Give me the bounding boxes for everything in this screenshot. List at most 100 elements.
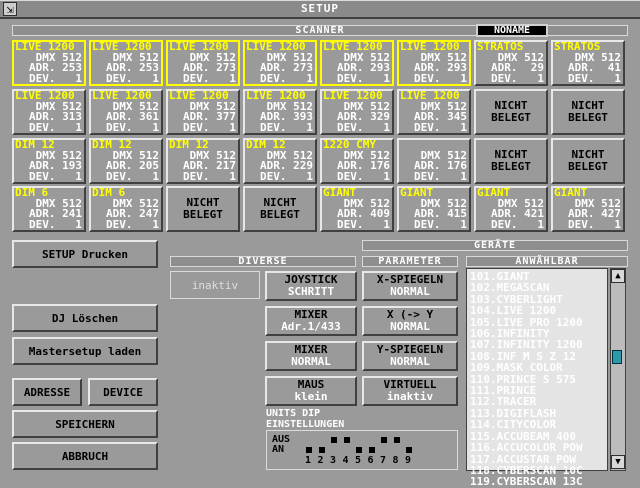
- dip-switch-1[interactable]: [306, 447, 312, 453]
- scanner-slot[interactable]: 1220 CMY DMX 512 ADR. 176 DEV. 1: [320, 138, 394, 184]
- scanner-slot[interactable]: DMX 512 ADR. 176 DEV. 1: [397, 138, 471, 184]
- scanner-slot-empty[interactable]: NICHT BELEGT: [551, 138, 625, 184]
- scroll-thumb[interactable]: [612, 350, 622, 364]
- scanner-slot[interactable]: LIVE 1200 DMX 512 ADR. 377 DEV. 1: [166, 89, 240, 135]
- list-item[interactable]: 107.INFINITY 1200: [467, 339, 607, 350]
- dip-switch-5[interactable]: [356, 447, 362, 453]
- scanner-slot[interactable]: GIANT DMX 512 ADR. 409 DEV. 1: [320, 186, 394, 232]
- dip-number: 4: [342, 455, 349, 466]
- save-button[interactable]: SPEICHERN: [12, 410, 158, 438]
- scanner-slot-empty[interactable]: NICHT BELEGT: [243, 186, 317, 232]
- list-item[interactable]: 103.CYBERLIGHT: [467, 294, 607, 305]
- scanner-slot[interactable]: GIANT DMX 512 ADR. 427 DEV. 1: [551, 186, 625, 232]
- joystick-value: SCHRITT: [287, 285, 335, 298]
- scanner-slot[interactable]: DIM 12 DMX 512 ADR. 229 DEV. 1: [243, 138, 317, 184]
- list-item[interactable]: 104.LIVE 1200: [467, 305, 607, 316]
- list-item[interactable]: 114.CITYCOLOR: [467, 419, 607, 430]
- scanner-slot[interactable]: DIM 12 DMX 512 ADR. 205 DEV. 1: [89, 138, 163, 184]
- scanner-slot-empty[interactable]: NICHT BELEGT: [166, 186, 240, 232]
- list-item[interactable]: 112.TRACER: [467, 396, 607, 407]
- scanner-slot[interactable]: STRATOS DMX 512 ADR. 29 DEV. 1: [474, 40, 548, 86]
- y-mirror-button[interactable]: Y-SPIEGELN NORMAL: [362, 341, 458, 371]
- scanner-slot[interactable]: LIVE 1200 DMX 512 ADR. 253 DEV. 1: [89, 40, 163, 86]
- scanner-slot[interactable]: DIM 6 DMX 512 ADR. 247 DEV. 1: [89, 186, 163, 232]
- slot-empty-label: NICHT BELEGT: [568, 99, 608, 124]
- scanner-slot[interactable]: GIANT DMX 512 ADR. 415 DEV. 1: [397, 186, 471, 232]
- mixer-mode-button[interactable]: MIXER NORMAL: [265, 341, 357, 371]
- slot-empty-label: NICHT BELEGT: [491, 148, 531, 173]
- dip-switch-6[interactable]: [368, 447, 375, 453]
- x-mirror-value: NORMAL: [390, 285, 430, 298]
- xy-swap-button[interactable]: X (-> Y NORMAL: [362, 306, 458, 336]
- available-fixtures-list[interactable]: 101.GIANT 102.MEGASCAN 103.CYBERLIGHT 104.L…: [466, 268, 608, 488]
- list-item[interactable]: 111.PRINCE: [467, 385, 607, 396]
- joystick-button[interactable]: JOYSTICK SCHRITT: [265, 271, 357, 301]
- mouse-value: klein: [294, 390, 328, 403]
- x-mirror-button[interactable]: X-SPIEGELN NORMAL: [362, 271, 458, 301]
- scanner-slot[interactable]: LIVE 1200 DMX 512 ADR. 313 DEV. 1: [12, 89, 86, 135]
- scanner-slot[interactable]: LIVE 1200 DMX 512 ADR. 361 DEV. 1: [89, 89, 163, 135]
- scanner-slot-empty[interactable]: NICHT BELEGT: [474, 138, 548, 184]
- dip-switch-panel: [266, 430, 458, 470]
- config-name: NONAME: [476, 24, 548, 37]
- list-item[interactable]: 102.MEGASCAN: [467, 282, 607, 293]
- scanner-slot[interactable]: DIM 6 DMX 512 ADR. 241 DEV. 1: [12, 186, 86, 232]
- device-button[interactable]: DEVICE: [88, 378, 158, 406]
- setup-print-button[interactable]: SETUP Drucken: [12, 240, 158, 268]
- cancel-button[interactable]: ABBRUCH: [12, 442, 158, 470]
- dip-switch-3[interactable]: [331, 437, 337, 443]
- slot-empty-label: NICHT BELEGT: [491, 99, 531, 124]
- dip-switch-4[interactable]: [343, 437, 350, 443]
- scanner-slot-empty[interactable]: NICHT BELEGT: [551, 89, 625, 135]
- scanner-slot[interactable]: DIM 12 DMX 512 ADR. 193 DEV. 1: [12, 138, 86, 184]
- list-item[interactable]: 115.ACCUBEAM 400: [467, 431, 607, 442]
- mixer-address-button[interactable]: MIXER Adr.1/433: [265, 306, 357, 336]
- scanner-slot[interactable]: LIVE 1200 DMX 512 ADR. 293 DEV. 1: [320, 40, 394, 86]
- list-item[interactable]: 113.DIGIFLASH: [467, 408, 607, 419]
- dip-number: 1: [305, 455, 312, 466]
- slot-device: DEV. 1: [491, 71, 544, 85]
- slot-device: DEV. 1: [568, 217, 621, 231]
- list-item[interactable]: 109.MASK COLOR: [467, 362, 607, 373]
- dj-delete-button[interactable]: DJ Löschen: [12, 304, 158, 332]
- dip-number: 6: [367, 455, 374, 466]
- list-item[interactable]: 118.CYBERSCAN 10C: [467, 465, 607, 476]
- scanner-slot[interactable]: LIVE 1200 DMX 512 ADR. 253 DEV. 1: [12, 40, 86, 86]
- slot-device: DEV. 1: [414, 71, 467, 85]
- scanner-slot[interactable]: DIM 12 DMX 512 ADR. 217 DEV. 1: [166, 138, 240, 184]
- list-scrollbar[interactable]: [610, 268, 626, 471]
- scanner-slot[interactable]: LIVE 1200 DMX 512 ADR. 273 DEV. 1: [166, 40, 240, 86]
- scanner-slot[interactable]: LIVE 1200 DMX 512 ADR. 329 DEV. 1: [320, 89, 394, 135]
- list-item[interactable]: 106.INFINITY: [467, 328, 607, 339]
- list-item[interactable]: 116.ACCUCOLOR POW: [467, 442, 607, 453]
- scanner-slot[interactable]: LIVE 1200 DMX 512 ADR. 345 DEV. 1: [397, 89, 471, 135]
- list-item[interactable]: 117.ACCUSTAR POW: [467, 454, 607, 465]
- address-button[interactable]: ADRESSE: [12, 378, 82, 406]
- slot-device: DEV. 1: [106, 217, 159, 231]
- scanner-slot[interactable]: STRATOS DMX 512 ADR. 41 DEV. 1: [551, 40, 625, 86]
- dip-number: 3: [330, 455, 337, 466]
- list-item[interactable]: 110.PRINCE S 575: [467, 374, 607, 385]
- dip-switch-2[interactable]: [318, 447, 325, 453]
- scroll-up-icon[interactable]: ▲: [611, 269, 625, 283]
- dip-labels: AUS AN: [272, 435, 290, 455]
- scroll-down-icon[interactable]: ▼: [611, 455, 625, 469]
- slot-device: DEV. 1: [183, 169, 236, 183]
- dip-switch-8[interactable]: [393, 437, 400, 443]
- list-item[interactable]: 119.CYBERSCAN 13C: [467, 476, 607, 487]
- scanner-slot[interactable]: GIANT DMX 512 ADR. 421 DEV. 1: [474, 186, 548, 232]
- list-item[interactable]: 105.LIVE PRO 1200: [467, 317, 607, 328]
- master-setup-load-button[interactable]: Mastersetup laden: [12, 337, 158, 365]
- mouse-button[interactable]: MAUS klein: [265, 376, 357, 406]
- dip-switch-9[interactable]: [406, 447, 412, 453]
- list-item[interactable]: 101.GIANT: [467, 271, 607, 282]
- virtual-button[interactable]: VIRTUELL inaktiv: [362, 376, 458, 406]
- scanner-slot-empty[interactable]: NICHT BELEGT: [474, 89, 548, 135]
- dip-switch-7[interactable]: [381, 437, 387, 443]
- scanner-slot[interactable]: LIVE 1200 DMX 512 ADR. 393 DEV. 1: [243, 89, 317, 135]
- virtual-value: inaktiv: [386, 390, 434, 403]
- scanner-slot[interactable]: LIVE 1200 DMX 512 ADR. 293 DEV. 1: [397, 40, 471, 86]
- list-item[interactable]: 108.INF M S Z 12: [467, 351, 607, 362]
- scanner-slot[interactable]: LIVE 1200 DMX 512 ADR. 273 DEV. 1: [243, 40, 317, 86]
- slot-device: DEV. 1: [260, 71, 313, 85]
